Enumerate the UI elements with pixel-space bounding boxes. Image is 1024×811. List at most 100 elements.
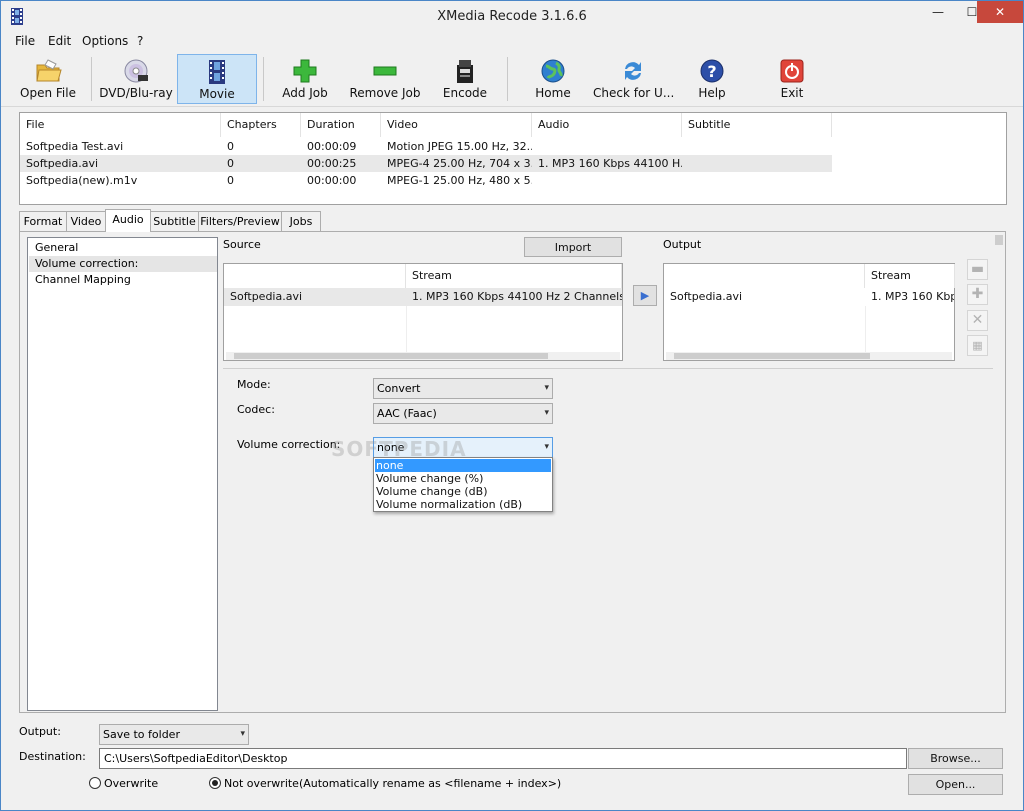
grid-view-button[interactable]: ▦ (967, 335, 988, 356)
table-row[interactable]: Softpedia Test.avi 0 00:00:09 Motion JPE… (20, 138, 832, 155)
table-cell-duration: 00:00:00 (307, 174, 357, 187)
table-row[interactable]: Softpedia.avi 1. MP3 160 Kbps (664, 288, 954, 306)
add-job-label: Add Job (282, 86, 328, 100)
overwrite-radio[interactable] (89, 777, 101, 789)
mode-select[interactable]: Convert ▾ (373, 378, 553, 399)
codec-select[interactable]: AAC (Faac) ▾ (373, 403, 553, 424)
open-file-button[interactable]: Open File (15, 54, 81, 104)
open-button[interactable]: Open... (908, 774, 1003, 795)
dvd-bluray-button[interactable]: DVD/Blu-ray (99, 54, 173, 104)
source-column-header-stream[interactable]: Stream (406, 264, 622, 288)
open-file-label: Open File (20, 86, 76, 100)
menu-bar: File Edit Options ? (1, 32, 1023, 51)
source-label: Source (223, 238, 261, 251)
help-label: Help (698, 86, 726, 100)
mode-label: Mode: (237, 378, 271, 391)
close-button[interactable]: ✕ (977, 1, 1023, 23)
menu-help[interactable]: ? (137, 34, 143, 48)
nav-item-channel-mapping[interactable]: Channel Mapping (29, 272, 217, 288)
panel-vertical-scrollbar[interactable] (995, 235, 1003, 709)
not-overwrite-radio[interactable] (209, 777, 221, 789)
overwrite-label: Overwrite (104, 777, 159, 790)
encode-button[interactable]: Encode (437, 54, 493, 104)
movie-label: Movie (199, 87, 235, 101)
tab-format[interactable]: Format (19, 211, 67, 231)
scrollbar-thumb[interactable] (234, 353, 548, 359)
column-header-duration[interactable]: Duration (301, 113, 381, 137)
table-row[interactable]: Softpedia.avi 0 00:00:25 MPEG-4 25.00 Hz… (20, 155, 832, 172)
column-header-audio[interactable]: Audio (532, 113, 682, 137)
menu-file[interactable]: File (15, 34, 35, 48)
chevron-down-icon: ▾ (544, 442, 549, 452)
home-button[interactable]: Home (525, 54, 581, 104)
column-header-video[interactable]: Video (381, 113, 532, 137)
toolbar-separator (507, 57, 508, 101)
toolbar: Open File DVD/Blu-ray Movie Add Job Remo… (1, 51, 1023, 107)
tab-video[interactable]: Video (66, 211, 106, 231)
mode-value: Convert (377, 382, 421, 395)
output-column-header-file[interactable] (664, 264, 865, 288)
output-horizontal-scrollbar[interactable] (666, 352, 952, 360)
tab-audio[interactable]: Audio (105, 209, 151, 232)
exit-button[interactable]: Exit (765, 54, 819, 104)
output-mode-select[interactable]: Save to folder ▾ (99, 724, 249, 745)
toolbar-separator (263, 57, 264, 101)
chevron-down-icon: ▾ (544, 408, 549, 418)
remove-job-label: Remove Job (349, 86, 421, 100)
table-cell-duration: 00:00:25 (307, 157, 357, 170)
menu-edit[interactable]: Edit (48, 34, 71, 48)
chevron-down-icon: ▾ (240, 729, 245, 739)
output-stream-cell: 1. MP3 160 Kbps (871, 290, 954, 303)
add-job-button[interactable]: Add Job (275, 54, 335, 104)
scrollbar-thumb[interactable] (674, 353, 870, 359)
nav-item-general[interactable]: General (29, 240, 217, 256)
source-column-header-file[interactable] (224, 264, 406, 288)
minimize-button[interactable]: — (921, 1, 955, 23)
browse-button[interactable]: Browse... (908, 748, 1003, 769)
dropdown-option-volume-change-percent[interactable]: Volume change (%) (375, 472, 551, 485)
check-for-updates-label: Check for U... (593, 86, 675, 100)
output-column-header-stream[interactable]: Stream (865, 264, 955, 288)
add-stream-arrow-button[interactable]: ▶ (633, 285, 657, 306)
table-row[interactable]: Softpedia(new).m1v 0 00:00:00 MPEG-1 25.… (20, 172, 832, 189)
dropdown-option-volume-normalization[interactable]: Volume normalization (dB) (375, 498, 551, 511)
column-header-subtitle[interactable]: Subtitle (682, 113, 832, 137)
menu-options[interactable]: Options (82, 34, 128, 48)
check-for-updates-button[interactable]: Check for U... (593, 54, 675, 104)
codec-label: Codec: (237, 403, 275, 416)
table-cell-chapters: 0 (227, 140, 234, 153)
home-label: Home (535, 86, 571, 100)
tab-filters-preview[interactable]: Filters/Preview (198, 211, 282, 231)
source-horizontal-scrollbar[interactable] (226, 352, 620, 360)
import-button[interactable]: Import (524, 237, 622, 257)
not-overwrite-label: Not overwrite(Automatically rename as <f… (224, 777, 562, 790)
remove-button[interactable]: ✕ (967, 310, 988, 331)
exit-label: Exit (780, 86, 804, 100)
help-icon: ? (700, 59, 724, 83)
tab-jobs[interactable]: Jobs (281, 211, 321, 231)
table-cell-audio (532, 138, 682, 155)
add-button[interactable]: ✚ (967, 284, 988, 305)
table-cell-duration: 00:00:09 (307, 140, 357, 153)
table-cell-file: Softpedia Test.avi (26, 140, 124, 153)
movie-button[interactable]: Movie (177, 54, 257, 104)
column-header-file[interactable]: File (20, 113, 221, 137)
table-row[interactable]: Softpedia.avi 1. MP3 160 Kbps 44100 Hz 2… (224, 288, 622, 306)
remove-job-button[interactable]: Remove Job (347, 54, 423, 104)
dropdown-option-none[interactable]: none (375, 459, 551, 472)
scrollbar-thumb[interactable] (995, 235, 1003, 245)
tab-subtitle[interactable]: Subtitle (150, 211, 199, 231)
destination-input[interactable]: C:\Users\SoftpediaEditor\Desktop (99, 748, 907, 769)
table-cell-video: MPEG-1 25.00 Hz, 480 x 5... (387, 174, 532, 187)
move-up-button[interactable]: ▬ (967, 259, 988, 280)
file-table: File Chapters Duration Video Audio Subti… (19, 112, 1007, 205)
help-button[interactable]: ? Help (685, 54, 739, 104)
column-divider (406, 306, 407, 352)
nav-item-volume-correction[interactable]: Volume correction: (29, 256, 217, 272)
chevron-down-icon: ▾ (544, 383, 549, 393)
title-bar[interactable]: XMedia Recode 3.1.6.6 — ☐ ✕ (1, 1, 1023, 32)
plus-icon (293, 59, 317, 83)
audio-settings-nav: General Volume correction: Channel Mappi… (27, 237, 218, 711)
column-header-chapters[interactable]: Chapters (221, 113, 301, 137)
dropdown-option-volume-change-db[interactable]: Volume change (dB) (375, 485, 551, 498)
